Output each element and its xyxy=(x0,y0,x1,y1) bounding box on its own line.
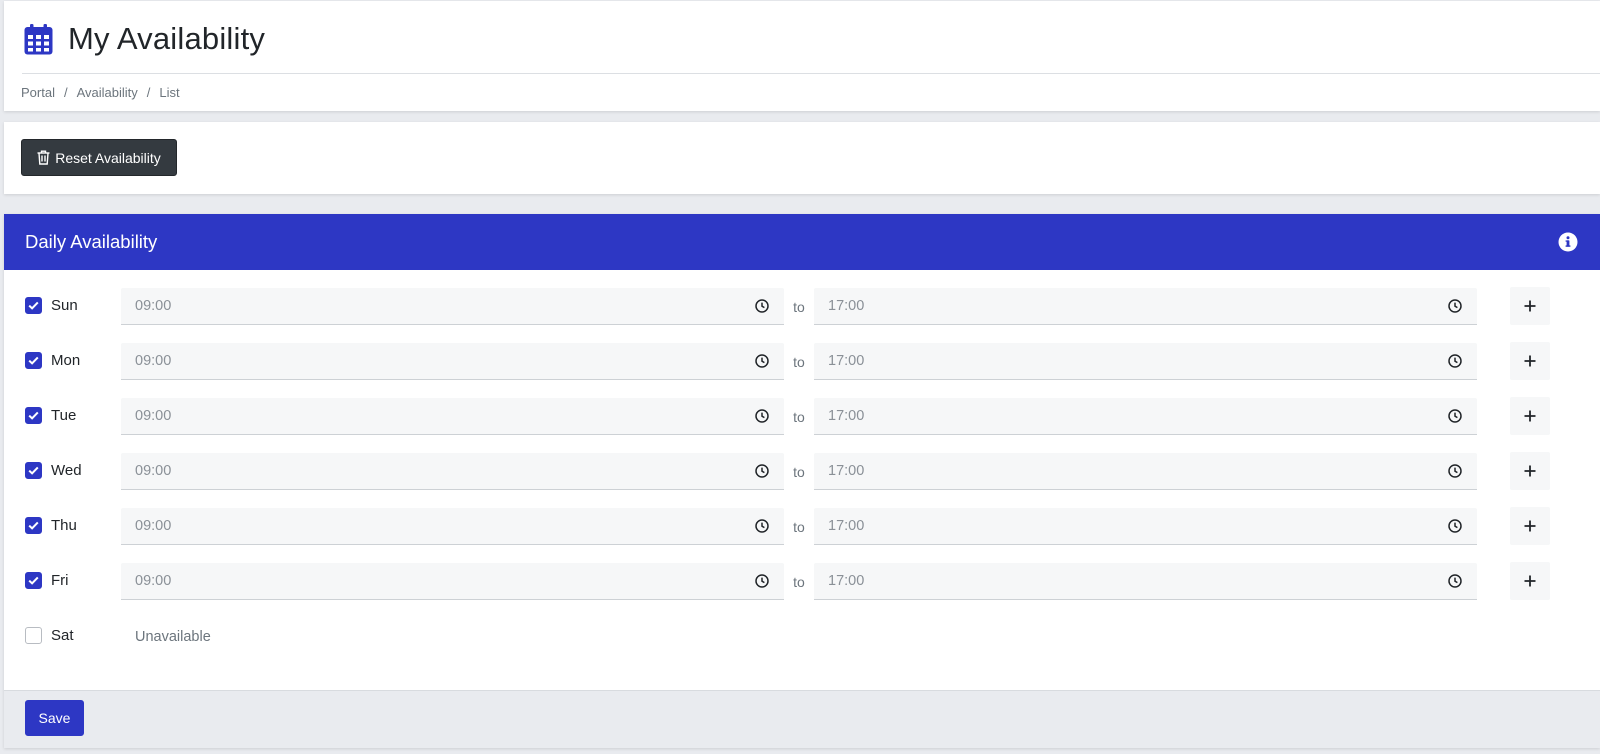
plus-icon xyxy=(1524,355,1536,367)
clock-icon xyxy=(1448,354,1462,368)
day-checkbox-tue[interactable] xyxy=(25,407,42,424)
calendar-icon xyxy=(24,22,56,56)
clock-icon xyxy=(755,464,769,478)
start-time-input-wed[interactable]: 09:00 xyxy=(121,453,784,490)
end-time-input-tue[interactable]: 17:00 xyxy=(814,398,1477,435)
daily-availability-card: Daily Availability Sun 09:00 to 17:00 Mo… xyxy=(4,214,1600,748)
breadcrumb-separator: / xyxy=(146,85,151,100)
end-time-value: 17:00 xyxy=(828,298,865,314)
end-time-input-wed[interactable]: 17:00 xyxy=(814,453,1477,490)
end-time-value: 17:00 xyxy=(828,463,865,479)
clock-icon xyxy=(755,519,769,533)
start-time-input-mon[interactable]: 09:00 xyxy=(121,343,784,380)
clock-icon xyxy=(755,574,769,588)
clock-icon xyxy=(1448,574,1462,588)
end-time-input-sun[interactable]: 17:00 xyxy=(814,288,1477,325)
to-label: to xyxy=(793,464,805,480)
add-time-slot-button-tue[interactable] xyxy=(1510,397,1550,435)
to-label: to xyxy=(793,574,805,590)
unavailable-label: Unavailable xyxy=(135,629,211,645)
page-title: My Availability xyxy=(68,21,266,56)
day-label: Wed xyxy=(51,462,82,479)
toolbar: Reset Availability xyxy=(4,122,1600,194)
to-label: to xyxy=(793,519,805,535)
day-label: Sat xyxy=(51,627,74,644)
to-label: to xyxy=(793,299,805,315)
daily-availability-title: Daily Availability xyxy=(25,231,158,252)
day-checkbox-sun[interactable] xyxy=(25,297,42,314)
add-time-slot-button-mon[interactable] xyxy=(1510,342,1550,380)
clock-icon xyxy=(755,299,769,313)
breadcrumb: Portal / Availability / List xyxy=(21,85,180,100)
end-time-value: 17:00 xyxy=(828,353,865,369)
start-time-value: 09:00 xyxy=(135,408,172,424)
day-row-mon: Mon 09:00 to 17:00 xyxy=(4,341,1600,381)
day-row-sun: Sun 09:00 to 17:00 xyxy=(4,286,1600,326)
day-row-sat: Sat Unavailable xyxy=(4,616,1600,656)
start-time-value: 09:00 xyxy=(135,463,172,479)
reset-availability-label: Reset Availability xyxy=(55,149,161,166)
end-time-input-mon[interactable]: 17:00 xyxy=(814,343,1477,380)
save-button[interactable]: Save xyxy=(25,700,84,736)
end-time-value: 17:00 xyxy=(828,573,865,589)
day-row-thu: Thu 09:00 to 17:00 xyxy=(4,506,1600,546)
breadcrumb-current: List xyxy=(159,85,180,100)
add-time-slot-button-fri[interactable] xyxy=(1510,562,1550,600)
plus-icon xyxy=(1524,410,1536,422)
day-checkbox-mon[interactable] xyxy=(25,352,42,369)
breadcrumb-availability[interactable]: Availability xyxy=(77,85,138,100)
card-footer: Save xyxy=(4,690,1600,748)
page-header: My Availability Portal / Availability / … xyxy=(4,1,1600,111)
start-time-value: 09:00 xyxy=(135,518,172,534)
plus-icon xyxy=(1524,575,1536,587)
add-time-slot-button-thu[interactable] xyxy=(1510,507,1550,545)
plus-icon xyxy=(1524,300,1536,312)
start-time-value: 09:00 xyxy=(135,298,172,314)
day-label: Tue xyxy=(51,407,77,424)
end-time-input-fri[interactable]: 17:00 xyxy=(814,563,1477,600)
clock-icon xyxy=(1448,519,1462,533)
day-row-wed: Wed 09:00 to 17:00 xyxy=(4,451,1600,491)
add-time-slot-button-sun[interactable] xyxy=(1510,287,1550,325)
info-icon[interactable] xyxy=(1558,232,1578,252)
clock-icon xyxy=(755,354,769,368)
reset-availability-button[interactable]: Reset Availability xyxy=(21,139,177,176)
daily-availability-header: Daily Availability xyxy=(4,214,1600,270)
add-time-slot-button-wed[interactable] xyxy=(1510,452,1550,490)
day-checkbox-sat[interactable] xyxy=(25,627,42,644)
plus-icon xyxy=(1524,520,1536,532)
end-time-value: 17:00 xyxy=(828,408,865,424)
clock-icon xyxy=(755,409,769,423)
day-label: Mon xyxy=(51,352,81,369)
breadcrumb-portal[interactable]: Portal xyxy=(21,85,55,100)
end-time-value: 17:00 xyxy=(828,518,865,534)
clock-icon xyxy=(1448,409,1462,423)
start-time-input-fri[interactable]: 09:00 xyxy=(121,563,784,600)
start-time-value: 09:00 xyxy=(135,353,172,369)
trash-icon xyxy=(37,150,51,166)
clock-icon xyxy=(1448,299,1462,313)
day-label: Thu xyxy=(51,517,77,534)
start-time-input-tue[interactable]: 09:00 xyxy=(121,398,784,435)
day-label: Fri xyxy=(51,572,69,589)
day-checkbox-fri[interactable] xyxy=(25,572,42,589)
day-checkbox-thu[interactable] xyxy=(25,517,42,534)
plus-icon xyxy=(1524,465,1536,477)
start-time-value: 09:00 xyxy=(135,573,172,589)
day-row-tue: Tue 09:00 to 17:00 xyxy=(4,396,1600,436)
day-row-fri: Fri 09:00 to 17:00 xyxy=(4,561,1600,601)
start-time-input-sun[interactable]: 09:00 xyxy=(121,288,784,325)
day-checkbox-wed[interactable] xyxy=(25,462,42,479)
clock-icon xyxy=(1448,464,1462,478)
to-label: to xyxy=(793,409,805,425)
to-label: to xyxy=(793,354,805,370)
start-time-input-thu[interactable]: 09:00 xyxy=(121,508,784,545)
header-divider xyxy=(22,73,1600,74)
breadcrumb-separator: / xyxy=(63,85,68,100)
end-time-input-thu[interactable]: 17:00 xyxy=(814,508,1477,545)
title-row: My Availability xyxy=(24,17,265,61)
day-label: Sun xyxy=(51,297,78,314)
